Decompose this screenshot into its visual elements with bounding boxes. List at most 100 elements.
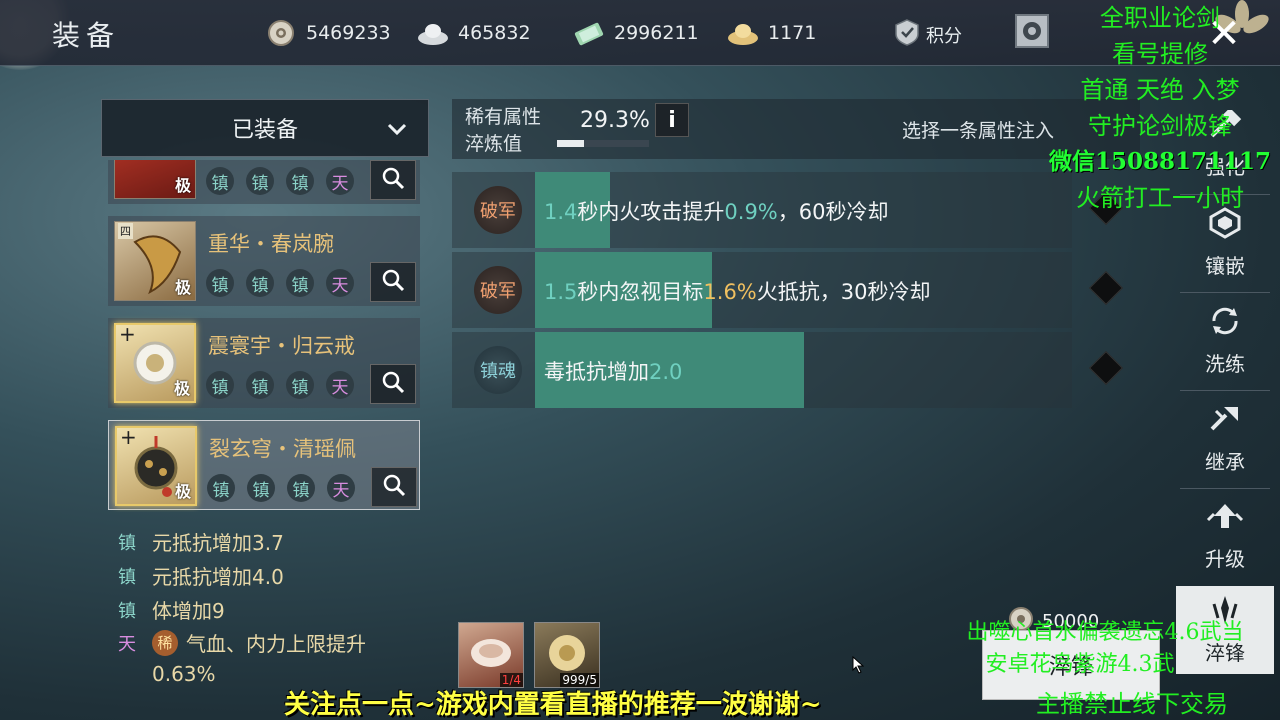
overlay-line: 火箭打工一小时 xyxy=(1076,184,1244,212)
inject-desc: 秒内忽视目标 xyxy=(577,280,704,304)
attribute-row: 天稀气血、内力上限提升 xyxy=(118,628,366,657)
silver-value: 465832 xyxy=(458,22,531,44)
score-label: 积分 xyxy=(926,25,962,47)
overlay-line: 出噬心首水偏袭遗忘4.6武当 xyxy=(966,620,1244,645)
rarity-label-line1: 稀有属性 xyxy=(465,106,542,128)
menu-inherit[interactable]: 继承 xyxy=(1176,394,1274,484)
rarity-label: 稀有属性 淬炼值 xyxy=(465,104,541,158)
equipment-thumbnail: 极 xyxy=(114,160,196,199)
magnifier-icon xyxy=(381,370,405,398)
equipment-filter-dropdown[interactable]: 已装备 xyxy=(101,99,429,157)
attr-text: 体增加9 xyxy=(152,599,225,623)
gold-value: 1171 xyxy=(768,22,817,44)
overlay-line: 安卓花鸟紫游4.3武 xyxy=(985,652,1175,677)
select-diamond[interactable] xyxy=(1089,271,1123,305)
page-title: 装备 xyxy=(52,19,121,52)
gem-slot: 镇 xyxy=(206,167,234,195)
menu-label: 镶嵌 xyxy=(1205,254,1245,278)
plus-badge: + xyxy=(120,426,137,449)
attribute-row-cont: 0.63% xyxy=(118,662,216,686)
menu-refine[interactable]: 洗练 xyxy=(1176,296,1274,386)
overlay-line: 看号提修 xyxy=(1112,40,1208,68)
inject-value: 2.0 xyxy=(649,360,683,384)
inject-text: 1.5秒内忽视目标1.6%火抵抗，30秒冷却 xyxy=(544,276,931,306)
info-button[interactable]: i xyxy=(655,103,689,137)
gem-slot: 镇 xyxy=(246,269,274,297)
magnifier-icon xyxy=(382,473,406,501)
gem-slot: 天 xyxy=(327,474,355,502)
mouse-cursor-icon xyxy=(852,655,865,678)
inject-row[interactable]: 镇魂 毒抵抗增加2.0 xyxy=(452,332,1072,408)
gem-slot: 镇 xyxy=(247,474,275,502)
attr-text: 气血、内力上限提升 xyxy=(186,632,366,656)
grade-label: 极 xyxy=(173,379,190,398)
menu-label: 升级 xyxy=(1205,547,1245,571)
gem-slot: 天 xyxy=(326,371,354,399)
menu-upgrade[interactable]: 升级 xyxy=(1176,492,1274,582)
gem-slot: 天 xyxy=(326,269,354,297)
gem-slot: 镇 xyxy=(246,371,274,399)
upgrade-icon xyxy=(1206,502,1244,537)
equipment-thumbnail: + 极 xyxy=(115,426,197,506)
coin-value: 5469233 xyxy=(306,22,391,44)
attribute-row: 镇体增加9 xyxy=(118,595,225,624)
currency-coin: 5469233 xyxy=(264,16,391,50)
overlay-line: 首通 天绝 入梦 xyxy=(1080,76,1240,104)
zhenhun-badge-icon: 镇魂 xyxy=(474,346,522,394)
chevron-down-icon xyxy=(386,118,408,146)
pojun-badge-icon: 破军 xyxy=(474,266,522,314)
attr-tag: 镇 xyxy=(118,566,136,588)
equipment-item-selected[interactable]: + 极 裂玄穹・清瑶佩 镇 镇 镇 天 xyxy=(108,420,420,510)
silver-ingot-icon xyxy=(416,19,450,47)
inspect-button[interactable] xyxy=(370,160,416,200)
menu-divider xyxy=(1180,292,1270,293)
score-icon xyxy=(894,18,920,51)
inspect-button[interactable] xyxy=(371,467,417,507)
attr-text: 元抵抗增加3.7 xyxy=(152,531,284,555)
inspect-button[interactable] xyxy=(370,262,416,302)
gem-slot: 镇 xyxy=(286,371,314,399)
select-diamond[interactable] xyxy=(1089,351,1123,385)
menu-label: 洗练 xyxy=(1205,352,1245,376)
jade-value: 2996211 xyxy=(614,22,699,44)
inject-row[interactable]: 破军 1.4秒内火攻击提升0.9%，60秒冷却 xyxy=(452,172,1072,248)
overlay-line: 主播禁止线下交易 xyxy=(1036,690,1228,718)
gem-slot: 镇 xyxy=(287,474,315,502)
inject-row[interactable]: 破军 1.5秒内忽视目标1.6%火抵抗，30秒冷却 xyxy=(452,252,1072,328)
inject-value: 1.4 xyxy=(544,200,578,224)
inspect-button[interactable] xyxy=(370,364,416,404)
equipment-thumbnail: + 极 xyxy=(114,323,196,403)
material-slot[interactable]: 1/4 xyxy=(458,622,524,688)
score-button[interactable]: 积分 xyxy=(894,18,962,51)
equipment-name: 裂玄穹・清瑶佩 xyxy=(209,437,356,461)
tier-badge: 四 xyxy=(118,223,133,239)
diamond-icon xyxy=(1089,351,1123,385)
temper-percent: 29.3% xyxy=(580,108,650,133)
equipment-list[interactable]: 极 镇 镇 镇 天 四 极 重华・春岚腕 镇 镇 镇 天 + 极 震寰宇・归云戒… xyxy=(108,160,420,512)
material-slot[interactable]: 999/5 xyxy=(534,622,600,688)
magnifier-icon xyxy=(381,166,405,194)
gem-slot: 镇 xyxy=(206,371,234,399)
jade-ticket-icon xyxy=(572,19,606,47)
menu-divider xyxy=(1180,488,1270,489)
currency-gold: 1171 xyxy=(726,16,816,50)
gem-slot: 镇 xyxy=(286,167,314,195)
equipment-thumbnail: 四 极 xyxy=(114,221,196,301)
inherit-icon xyxy=(1208,403,1242,440)
grade-label: 极 xyxy=(174,482,191,501)
equipment-name: 震寰宇・归云戒 xyxy=(208,334,355,358)
attribute-row: 镇元抵抗增加4.0 xyxy=(118,561,284,590)
coin-icon xyxy=(264,19,298,47)
attribute-row: 镇元抵抗增加3.7 xyxy=(118,527,284,556)
gem-slot: 天 xyxy=(326,167,354,195)
equipment-item[interactable]: 极 镇 镇 镇 天 xyxy=(108,160,420,204)
equipment-item[interactable]: + 极 震寰宇・归云戒 镇 镇 镇 天 xyxy=(108,318,420,408)
attr-tag: 镇 xyxy=(118,532,136,554)
gem-slot: 镇 xyxy=(246,167,274,195)
equipment-item[interactable]: 四 极 重华・春岚腕 镇 镇 镇 天 xyxy=(108,216,420,306)
overlay-line: 微信15088171117 xyxy=(1048,148,1272,175)
inject-desc: 毒抵抗增加 xyxy=(544,360,649,384)
attr-tag: 天 xyxy=(118,633,136,655)
inject-value: 1.5 xyxy=(544,280,578,304)
dropdown-label: 已装备 xyxy=(231,118,298,143)
